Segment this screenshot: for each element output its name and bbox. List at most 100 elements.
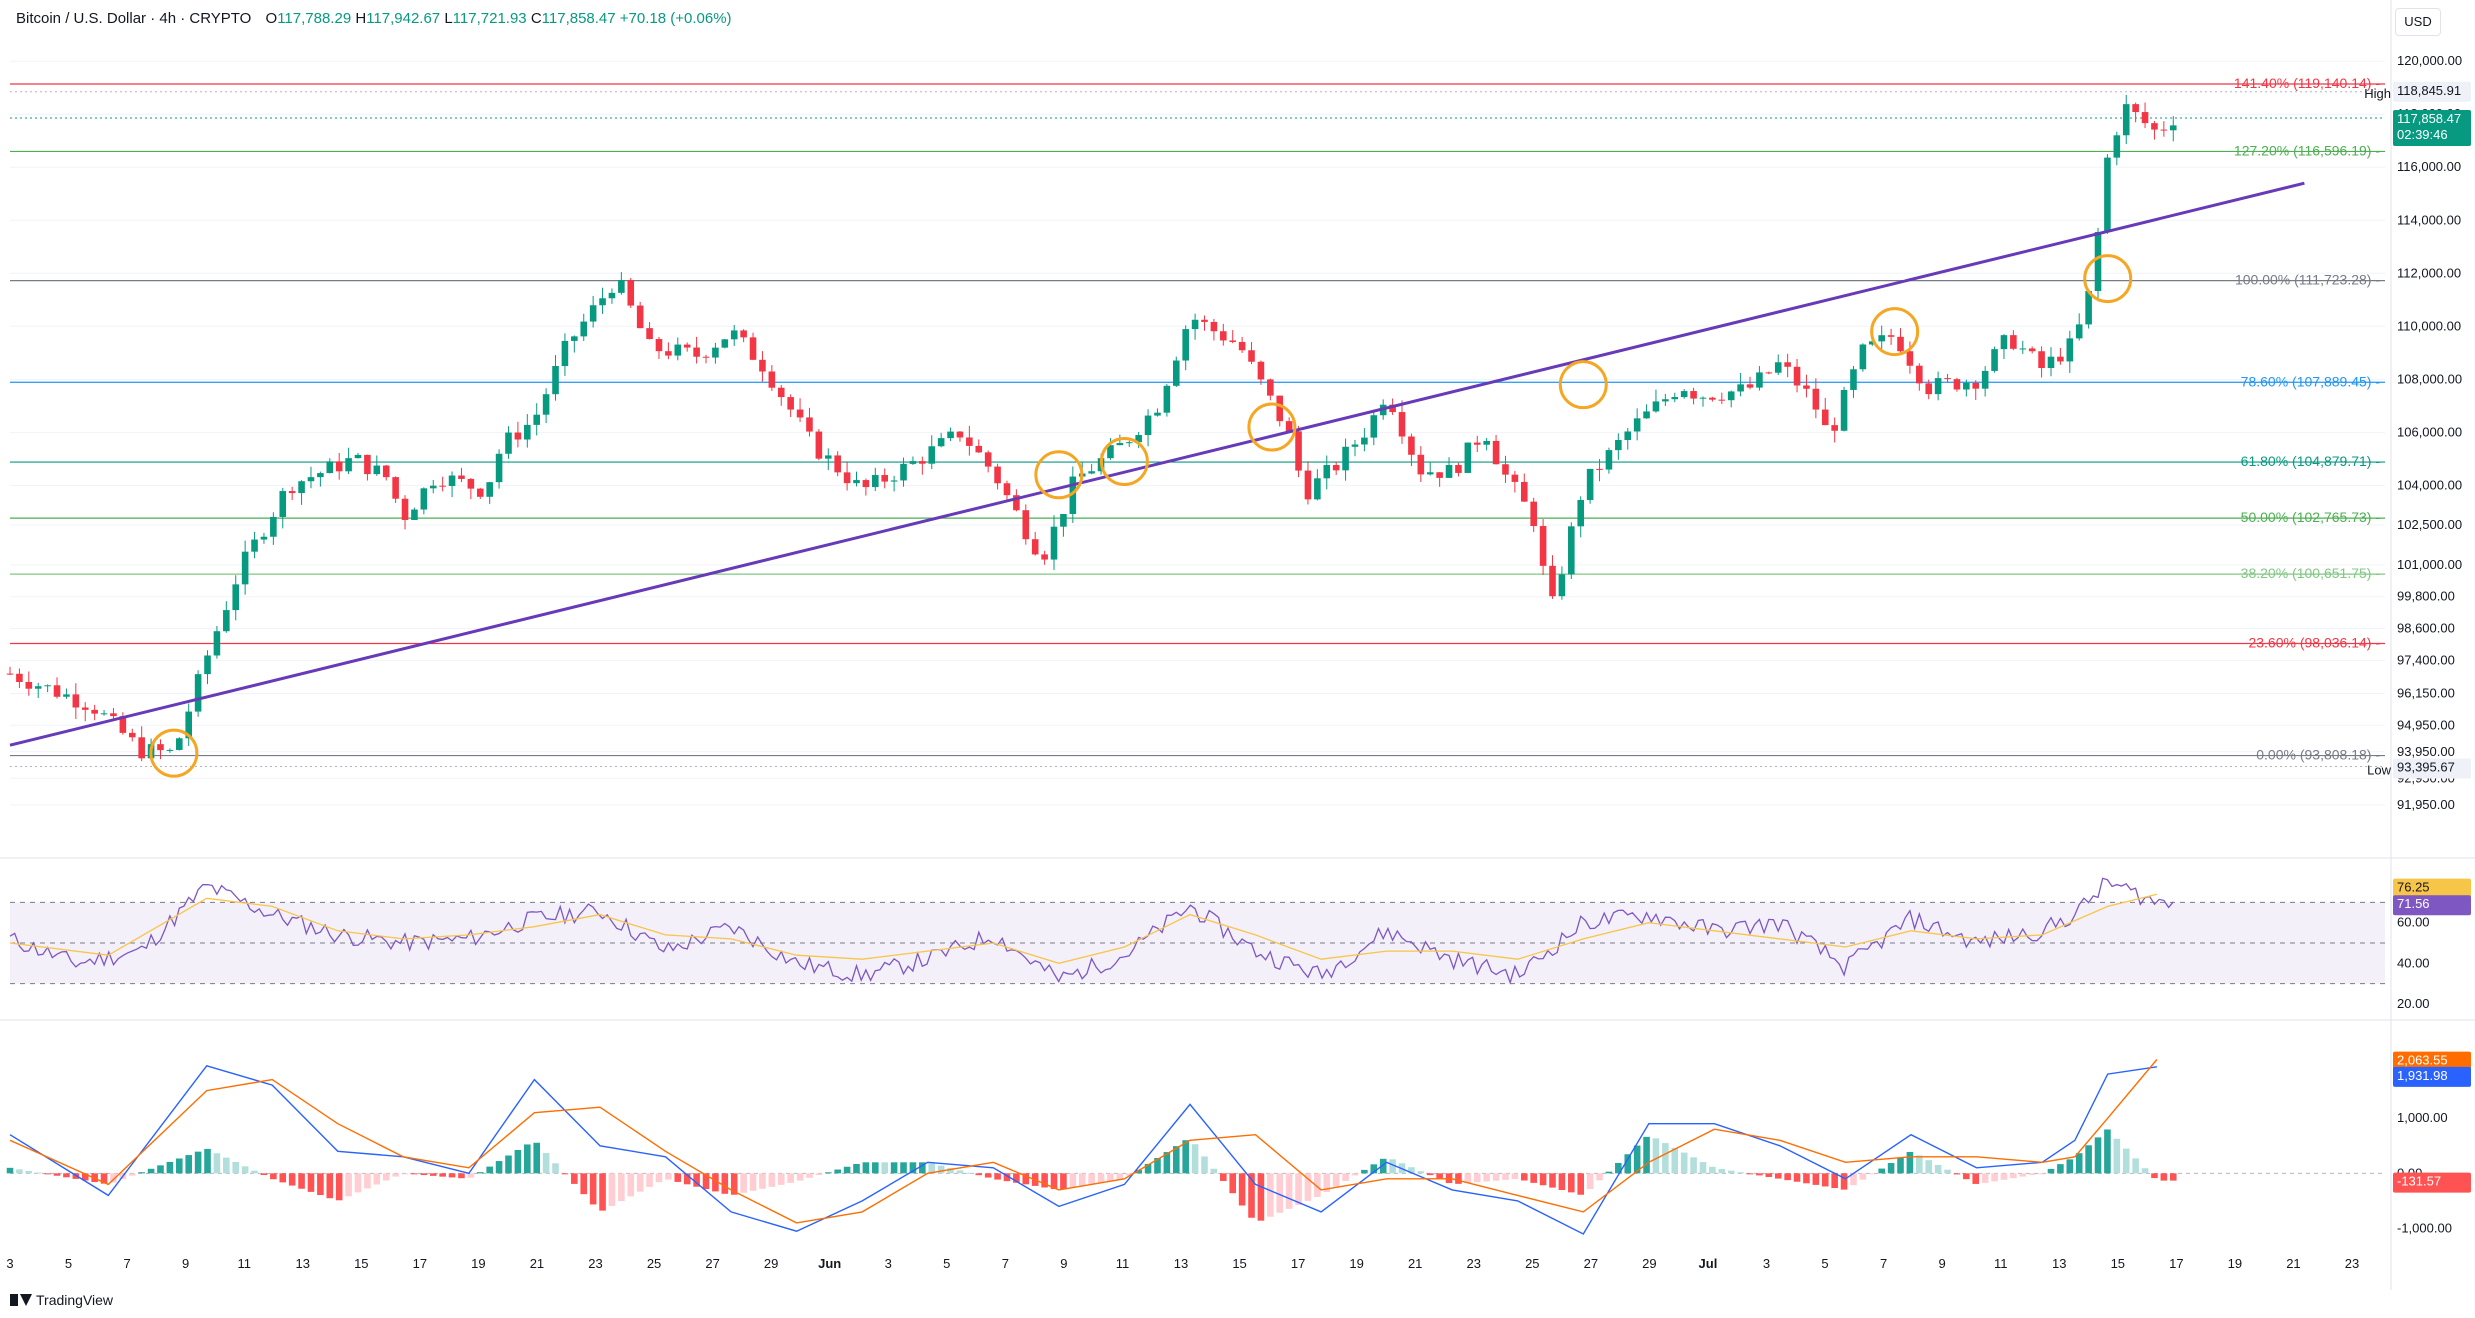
candle-body <box>176 738 183 750</box>
macd-hist-bar <box>787 1173 794 1183</box>
macd-hist-bar <box>759 1173 766 1189</box>
macd-hist-bar <box>1060 1173 1067 1190</box>
macd-hist-bar <box>2038 1173 2045 1175</box>
candle-body <box>1464 442 1472 473</box>
touch-circle[interactable] <box>1870 307 1920 357</box>
candle-body <box>1172 360 1180 386</box>
touch-circle[interactable] <box>1558 360 1608 410</box>
time-tick-label: 3 <box>1763 1256 1770 1271</box>
macd-hist-bar <box>1709 1166 1716 1174</box>
touch-circle[interactable] <box>1034 450 1084 500</box>
macd-hist-bar <box>128 1173 136 1176</box>
candle-body <box>674 344 682 356</box>
macd-hist-bar <box>589 1173 597 1205</box>
macd-hist-bar <box>881 1162 889 1174</box>
candle-body <box>364 454 371 475</box>
candle-body <box>1671 397 1679 400</box>
macd-hist-bar <box>448 1173 456 1178</box>
time-tick-label: 19 <box>471 1256 485 1271</box>
candle-body <box>241 551 249 585</box>
macd-hist-bar <box>984 1173 992 1178</box>
candle-body <box>1652 401 1660 412</box>
macd-hist-bar <box>815 1173 823 1176</box>
trendline[interactable] <box>9 181 2305 747</box>
macd-hist-bar <box>1530 1173 1537 1183</box>
price-tick-label: 93,950.00 <box>2397 744 2455 759</box>
candle-body <box>1154 412 1161 416</box>
low-label: L <box>444 10 453 27</box>
macd-hist-bar <box>44 1173 51 1175</box>
candle-body <box>279 491 287 517</box>
candle-body <box>1398 412 1406 437</box>
high-tag-label: High <box>2364 86 2391 101</box>
macd-hist-bar <box>1210 1168 1218 1174</box>
last-price-tag-text: 02:39:46 <box>2397 127 2448 142</box>
macd-hist-bar <box>1238 1173 1246 1206</box>
macd-hist-bar <box>1417 1171 1425 1174</box>
macd-hist-bar <box>618 1173 625 1202</box>
candle-body <box>524 424 531 440</box>
candle-body <box>1539 526 1547 566</box>
candle-body <box>636 305 644 329</box>
candle-body <box>796 409 804 418</box>
time-tick-label: 7 <box>1880 1256 1887 1271</box>
time-tick-label: 9 <box>182 1256 189 1271</box>
macd-hist-bar <box>1859 1173 1867 1180</box>
macd-hist-bar <box>279 1173 287 1183</box>
macd-hist-bar <box>571 1173 578 1184</box>
candle-body <box>476 488 484 497</box>
chart-canvas[interactable]: 120,000.00118,000.00116,000.00114,000.00… <box>0 0 2475 1318</box>
macd-hist-bar <box>232 1161 240 1174</box>
time-tick-label: 25 <box>1525 1256 1539 1271</box>
tradingview-brand[interactable]: TradingView <box>10 1292 113 1308</box>
touch-circle[interactable] <box>149 728 199 778</box>
candle-body <box>1050 526 1058 560</box>
macd-hist-bar <box>843 1166 851 1174</box>
macd-hist-bar <box>862 1162 870 1174</box>
candle-body <box>420 488 428 510</box>
price-tick-label: 96,150.00 <box>2397 685 2455 700</box>
candle-body <box>853 480 860 484</box>
low-price-tag-text: 93,395.67 <box>2397 759 2455 774</box>
low-tag-label: Low <box>2367 762 2391 777</box>
macd-hist-bar <box>1586 1173 1594 1190</box>
macd-hist-bar <box>1868 1173 1876 1175</box>
candle-body <box>834 455 841 473</box>
candle-body <box>1229 340 1237 342</box>
fib-level-label: 23.60% (98,036.14) - <box>2248 634 2380 650</box>
candle-body <box>1840 389 1848 431</box>
macd-hist-bar <box>665 1173 672 1180</box>
candle-body <box>1821 409 1829 426</box>
rsi-ma-tag-text: 76.25 <box>2397 880 2430 895</box>
macd-hist-bar <box>495 1161 503 1174</box>
candle-body <box>307 477 315 482</box>
candle-body <box>1981 370 1989 389</box>
fib-level-label: 0.00% (93,808.18) - <box>2256 747 2380 763</box>
macd-hist-bar <box>1483 1173 1490 1182</box>
candle-body <box>335 461 343 472</box>
candle-body <box>1784 362 1791 367</box>
candle-body <box>571 336 578 341</box>
touch-circle[interactable] <box>2083 254 2133 304</box>
macd-hist-bar <box>1671 1147 1679 1174</box>
macd-hist-bar <box>2094 1137 2102 1174</box>
candle-body <box>627 279 635 306</box>
candle-body <box>1502 464 1509 475</box>
macd-hist-bar <box>2000 1173 2008 1180</box>
macd-hist-bar <box>138 1172 145 1174</box>
candle-body <box>495 453 503 483</box>
macd-hist-bar <box>6 1167 14 1174</box>
candle-body <box>1549 565 1556 597</box>
symbol-name[interactable]: Bitcoin / U.S. Dollar · 4h · CRYPTO <box>16 10 251 27</box>
macd-hist-bar <box>1426 1173 1434 1176</box>
candle-body <box>1492 440 1500 465</box>
currency-button[interactable]: USD <box>2395 8 2441 36</box>
macd-hist-bar <box>1727 1170 1735 1174</box>
candle-body <box>2028 348 2036 352</box>
macd-hist-bar <box>1267 1173 1274 1217</box>
time-tick-label: 11 <box>1116 1256 1130 1271</box>
macd-hist-bar <box>740 1173 747 1193</box>
macd-hist-bar <box>2019 1173 2027 1177</box>
macd-hist-bar <box>514 1149 522 1174</box>
macd-hist-bar <box>2141 1168 2149 1174</box>
